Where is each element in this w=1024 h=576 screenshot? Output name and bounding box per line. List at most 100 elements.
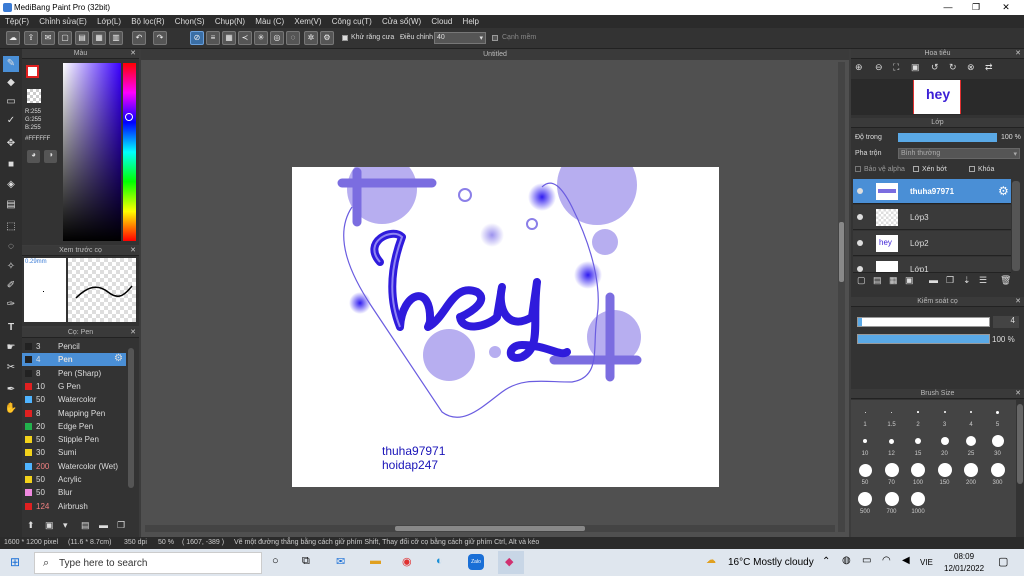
clock-time[interactable]: 08:09 bbox=[954, 552, 974, 561]
color-wheel-icon[interactable]: ◑ bbox=[44, 150, 57, 163]
fit-icon[interactable]: ⛶ bbox=[893, 62, 899, 73]
brush-size-dot-10[interactable] bbox=[863, 439, 867, 443]
brush-size-dot-12[interactable] bbox=[889, 438, 894, 444]
windows-start-icon[interactable]: ⊞ bbox=[10, 555, 20, 569]
brush-size-dot-50[interactable] bbox=[858, 463, 872, 477]
saturation-value-picker[interactable] bbox=[63, 63, 121, 241]
close-icon[interactable]: ✕ bbox=[130, 246, 136, 256]
gear-icon[interactable]: ⚙ bbox=[998, 184, 1009, 198]
new-file-icon[interactable]: ▢ bbox=[58, 31, 72, 45]
dropdown-icon[interactable]: ▾ bbox=[63, 520, 68, 531]
layer-opacity-slider[interactable] bbox=[898, 133, 997, 142]
blend-mode-select[interactable]: Bình thường ▾ bbox=[898, 148, 1020, 159]
close-icon[interactable]: ✕ bbox=[130, 328, 136, 338]
rotate-right-icon[interactable]: ↻ bbox=[949, 62, 957, 73]
brush-item-sumi[interactable]: 30 Sumi bbox=[22, 446, 126, 459]
brush-size-dot-25[interactable] bbox=[966, 436, 976, 446]
task-view-icon[interactable]: ⧉ bbox=[302, 555, 310, 568]
brush-size-dot-1[interactable] bbox=[864, 411, 866, 413]
brush-opacity-slider[interactable] bbox=[857, 334, 990, 344]
duplicate-layer-icon[interactable]: ❐ bbox=[946, 275, 954, 286]
primary-color-swatch[interactable] bbox=[26, 65, 39, 78]
tray-chevron-up-icon[interactable]: ⌃ bbox=[822, 556, 830, 567]
text-tool-icon[interactable]: T bbox=[3, 320, 19, 336]
hue-slider[interactable] bbox=[123, 63, 136, 241]
undo-icon[interactable]: ↶ bbox=[132, 31, 146, 45]
redo-icon[interactable]: ↷ bbox=[153, 31, 167, 45]
layer-row-lop1[interactable]: Lớp1 bbox=[853, 257, 1011, 273]
circle-snap-icon[interactable]: ◎ bbox=[270, 31, 284, 45]
brush-size-dot-3[interactable] bbox=[943, 411, 946, 413]
share-icon[interactable]: ⇪ bbox=[24, 31, 38, 45]
brush-size-dot-4[interactable] bbox=[969, 410, 973, 414]
menu-filter[interactable]: Bộ lọc(R) bbox=[131, 15, 164, 26]
hue-handle[interactable] bbox=[125, 113, 133, 121]
select-tool-icon[interactable]: ⬚ bbox=[3, 219, 19, 235]
horizontal-scrollbar[interactable] bbox=[145, 525, 835, 532]
horizontal-scroll-thumb[interactable] bbox=[395, 526, 585, 531]
folder-icon[interactable]: ▬ bbox=[929, 275, 938, 285]
notification-icon[interactable]: ▢ bbox=[998, 555, 1008, 568]
medibang-taskbar-item[interactable]: ◆ bbox=[498, 551, 524, 574]
menu-view[interactable]: Xem(V) bbox=[294, 15, 321, 26]
brush-list-scrollbar[interactable] bbox=[128, 348, 134, 488]
select-eraser-tool-icon[interactable]: ✑ bbox=[3, 297, 19, 313]
layer-menu-icon[interactable]: ☰ bbox=[979, 275, 987, 286]
search-box[interactable]: ⌕ Type here to search bbox=[34, 552, 262, 574]
menu-layer[interactable]: Lớp(L) bbox=[97, 15, 121, 26]
menu-select[interactable]: Chọn(S) bbox=[175, 15, 205, 26]
copy-brush-icon[interactable]: ▤ bbox=[81, 520, 90, 531]
brush-item-blur[interactable]: 50 Blur bbox=[22, 486, 126, 499]
settings-gear-icon[interactable]: ⚙ bbox=[320, 31, 334, 45]
rotate-left-icon[interactable]: ↺ bbox=[931, 62, 939, 73]
reset-rotation-icon[interactable]: ⊗ bbox=[967, 62, 975, 73]
grid-snap-icon[interactable]: ▦ bbox=[222, 31, 236, 45]
bucket-tool-icon[interactable]: ◈ bbox=[3, 177, 19, 193]
close-icon[interactable]: ✕ bbox=[1015, 49, 1021, 59]
brush-size-scrollbar[interactable] bbox=[1017, 404, 1023, 484]
brush-item-pencil[interactable]: 3 Pencil bbox=[22, 340, 126, 353]
brush-size-dot-200[interactable] bbox=[964, 463, 978, 477]
close-icon[interactable]: ✕ bbox=[130, 49, 136, 59]
menu-help[interactable]: Help bbox=[463, 15, 479, 26]
actual-size-icon[interactable]: ▣ bbox=[911, 62, 920, 73]
brush-size-dot-100[interactable] bbox=[911, 463, 925, 477]
network-icon[interactable]: ◍ bbox=[842, 555, 851, 566]
brush-size-dot-500[interactable] bbox=[858, 492, 872, 506]
brush-item-acrylic[interactable]: 50 Acrylic bbox=[22, 473, 126, 486]
gradient-tool-icon[interactable]: ▤ bbox=[3, 197, 19, 213]
fill-rect-tool-icon[interactable]: ■ bbox=[3, 157, 19, 173]
eyedropper-tool-icon[interactable]: ✒ bbox=[3, 382, 19, 398]
dot-tool-icon[interactable]: ✓ bbox=[3, 113, 19, 129]
merge-down-icon[interactable]: ⇣ bbox=[963, 275, 971, 286]
brush-item-edge-pen[interactable]: 20 Edge Pen bbox=[22, 420, 126, 433]
lock-checkbox[interactable] bbox=[969, 166, 975, 172]
comment-icon[interactable]: ✉ bbox=[41, 31, 55, 45]
brush-size-value[interactable]: 4 bbox=[993, 316, 1019, 328]
edge-browser-icon[interactable]: ◐ bbox=[436, 555, 443, 567]
menu-snap[interactable]: Chụp(N) bbox=[215, 15, 245, 26]
brush-size-dot-2[interactable] bbox=[917, 411, 919, 413]
layer-row-lop2[interactable]: hey Lớp2 bbox=[853, 231, 1011, 256]
operation-tool-icon[interactable]: ☛ bbox=[3, 340, 19, 356]
minimize-button[interactable]: — bbox=[937, 2, 959, 13]
perspective-snap-icon[interactable]: ≺ bbox=[238, 31, 252, 45]
brush-item-watercolor-wet[interactable]: 200 Watercolor (Wet) bbox=[22, 460, 126, 473]
vertical-scroll-thumb[interactable] bbox=[839, 222, 844, 282]
brush-size-dot-300[interactable] bbox=[990, 463, 1005, 477]
divide-tool-icon[interactable]: ✂ bbox=[3, 360, 19, 376]
document-tab[interactable]: Untitled bbox=[141, 49, 849, 60]
brush-item-watercolor[interactable]: 50 Watercolor bbox=[22, 393, 126, 406]
brush-size-slider[interactable] bbox=[857, 317, 990, 327]
canvas-paper[interactable]: thuha97971 hoidap247 bbox=[292, 167, 719, 487]
radial-snap-icon[interactable]: ✳ bbox=[254, 31, 268, 45]
select-pen-tool-icon[interactable]: ✐ bbox=[3, 278, 19, 294]
brush-item-pen-sharp[interactable]: 8 Pen (Sharp) bbox=[22, 367, 126, 380]
chrome-icon[interactable]: ◉ bbox=[402, 555, 412, 568]
zalo-icon[interactable]: Zalo bbox=[468, 554, 484, 570]
gear-icon[interactable]: ⚙ bbox=[114, 353, 123, 364]
brush-size-dot-20[interactable] bbox=[940, 437, 949, 445]
magic-wand-tool-icon[interactable]: ✧ bbox=[3, 259, 19, 275]
trash-icon[interactable]: 🗑 bbox=[1000, 275, 1011, 286]
eraser-tool-icon[interactable]: ◆ bbox=[3, 75, 19, 91]
